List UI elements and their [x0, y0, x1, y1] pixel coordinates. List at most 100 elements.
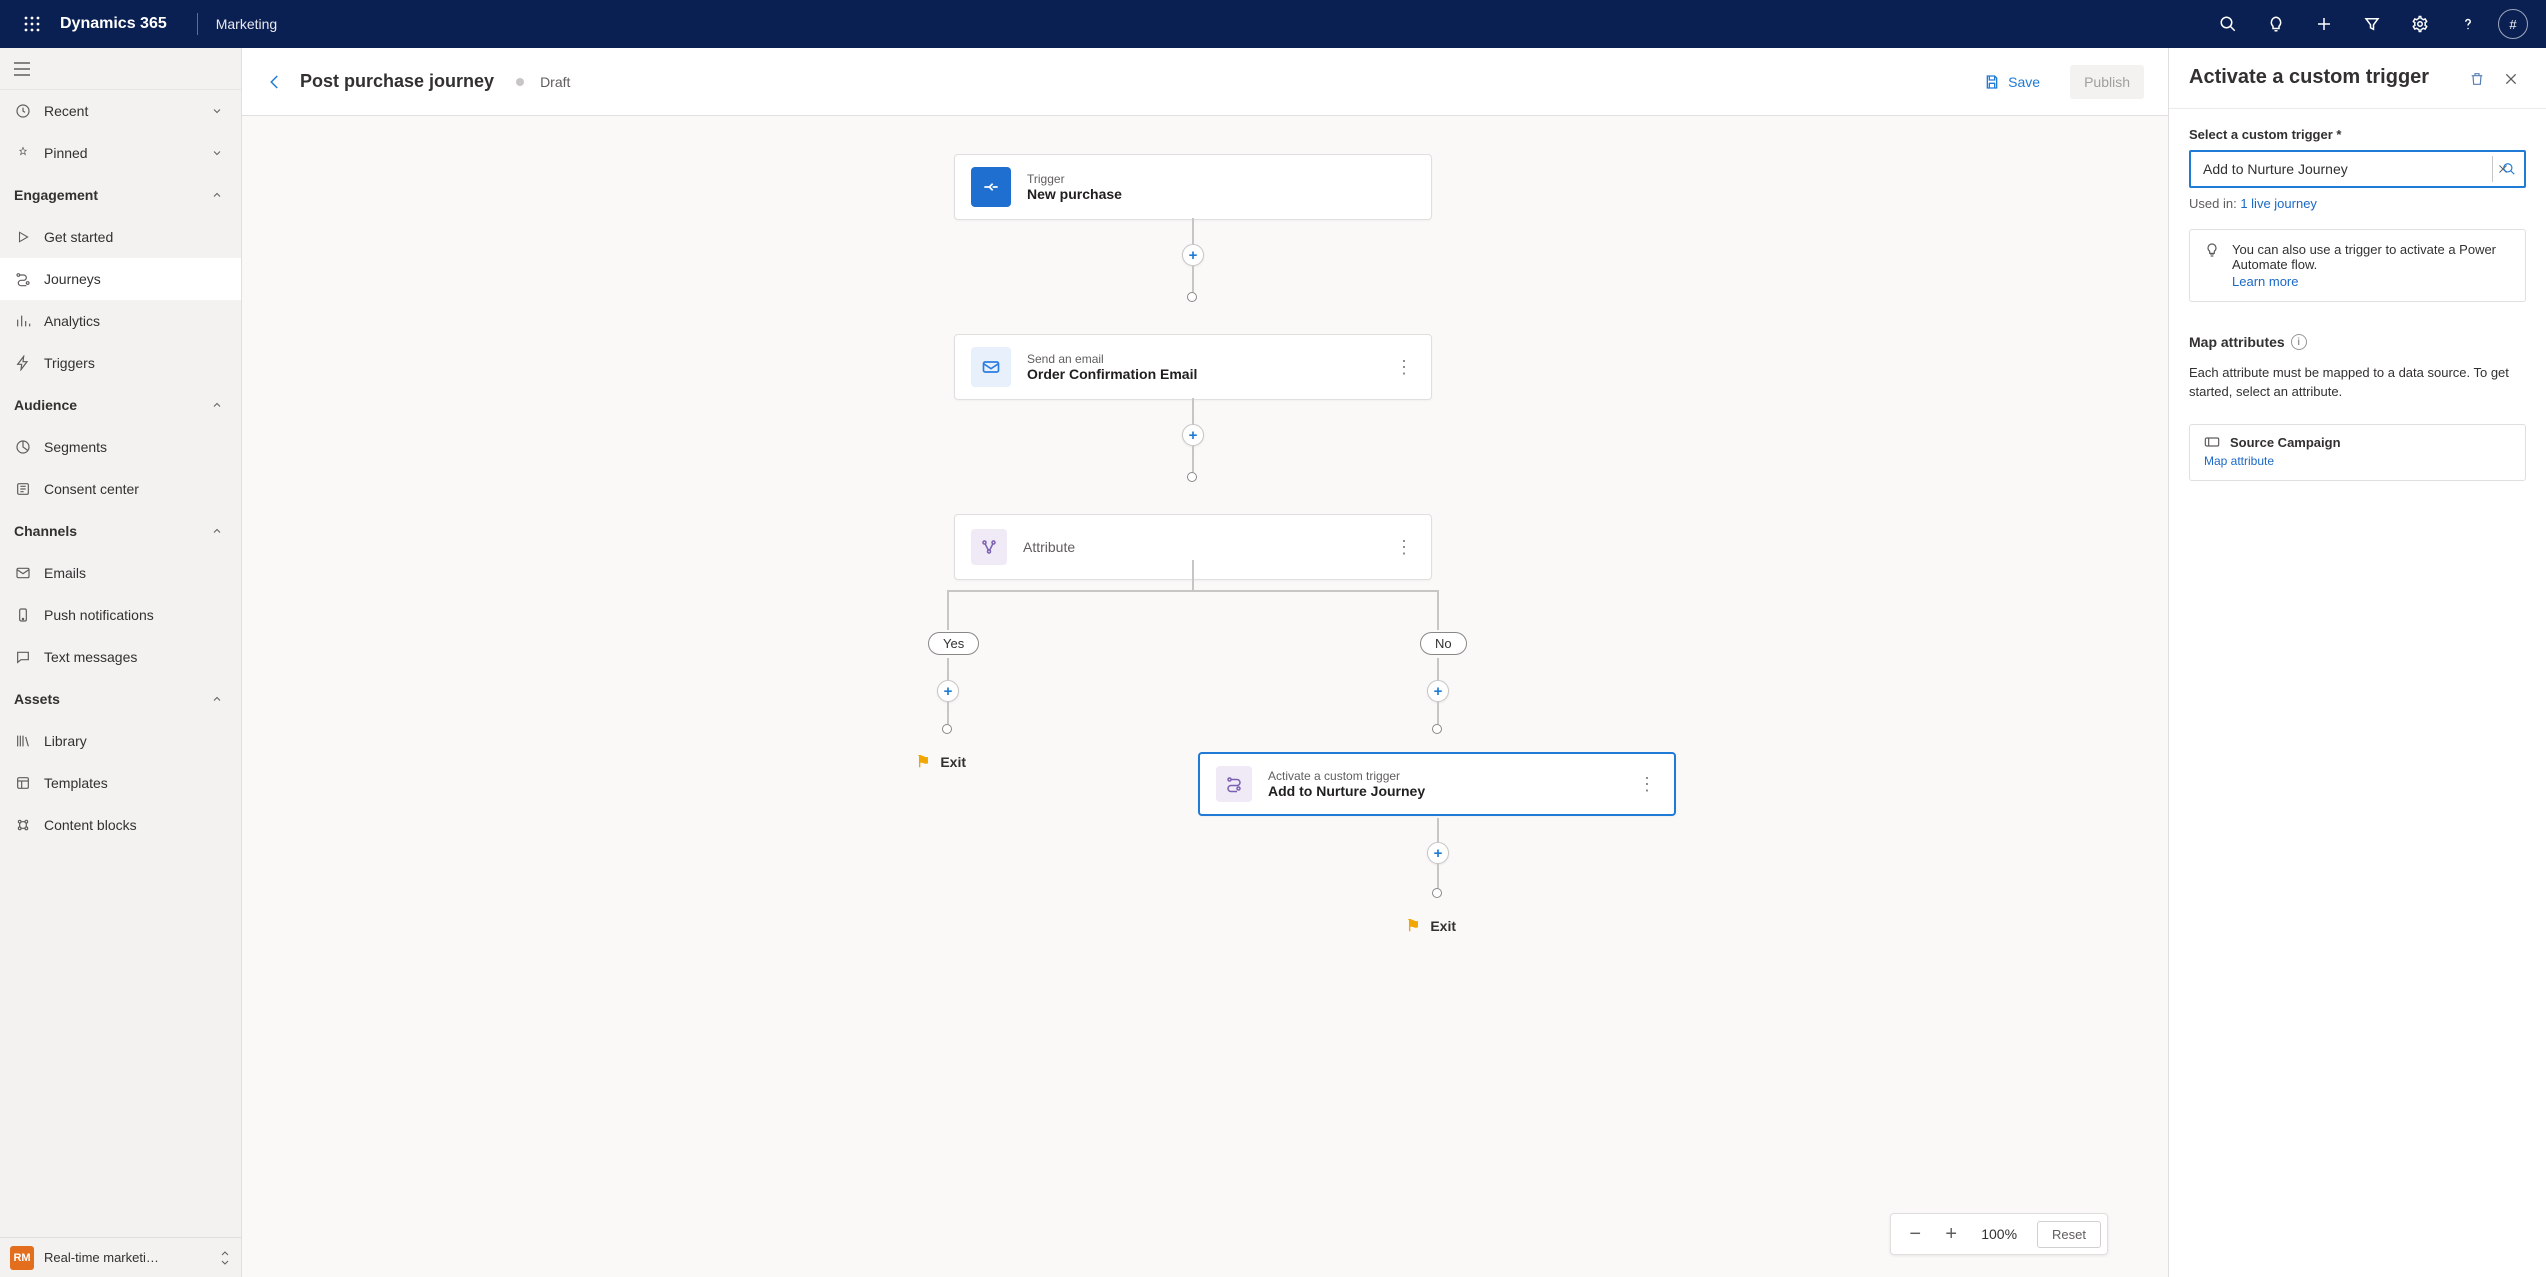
nav-item-label: Segments: [44, 439, 227, 455]
nav-item-label: Consent center: [44, 481, 227, 497]
node-more-icon[interactable]: ⋮: [1393, 351, 1415, 383]
connector: [1192, 266, 1194, 292]
search-icon[interactable]: [2492, 156, 2518, 182]
used-in-link[interactable]: 1 live journey: [2240, 196, 2317, 211]
add-step-button[interactable]: +: [1182, 244, 1204, 266]
trigger-icon: [14, 355, 32, 371]
info-icon[interactable]: i: [2291, 334, 2307, 350]
search-icon[interactable]: [2204, 0, 2252, 48]
nav-item-library[interactable]: Library: [0, 720, 241, 762]
node-activate-trigger[interactable]: Activate a custom trigger Add to Nurture…: [1198, 752, 1676, 816]
nav-area-switcher[interactable]: RM Real-time marketi…: [0, 1237, 241, 1277]
node-more-icon[interactable]: ⋮: [1393, 531, 1415, 563]
nav-item-templates[interactable]: Templates: [0, 762, 241, 804]
node-trigger[interactable]: Trigger New purchase: [954, 154, 1432, 220]
connector: [1192, 560, 1194, 590]
nav-item-get-started[interactable]: Get started: [0, 216, 241, 258]
user-avatar[interactable]: #: [2498, 9, 2528, 39]
exit-label: Exit: [940, 754, 966, 770]
connector-dot: [1187, 472, 1197, 482]
nav-item-journeys[interactable]: Journeys: [0, 258, 241, 300]
map-attribute-link[interactable]: Map attribute: [2204, 454, 2511, 468]
map-attributes-title: Map attributes i: [2189, 334, 2526, 350]
learn-more-link[interactable]: Learn more: [2232, 274, 2511, 289]
nav-item-consent-center[interactable]: Consent center: [0, 468, 241, 510]
add-icon[interactable]: [2300, 0, 2348, 48]
close-icon[interactable]: [2496, 64, 2526, 94]
nav-group-assets[interactable]: Assets: [0, 678, 241, 720]
connector-dot: [1187, 292, 1197, 302]
nav-group-channels[interactable]: Channels: [0, 510, 241, 552]
save-label: Save: [2008, 74, 2040, 90]
pin-icon: [14, 145, 32, 161]
nav-item-label: Push notifications: [44, 607, 227, 623]
node-type: Trigger: [1027, 172, 1122, 186]
add-step-button[interactable]: +: [1182, 424, 1204, 446]
chevron-down-icon: [211, 105, 227, 117]
filter-icon[interactable]: [2348, 0, 2396, 48]
settings-icon[interactable]: [2396, 0, 2444, 48]
journey-canvas[interactable]: Trigger New purchase + Send an email Ord…: [242, 116, 2168, 1277]
help-icon[interactable]: [2444, 0, 2492, 48]
add-step-button[interactable]: +: [937, 680, 959, 702]
flag-icon: ⚑: [916, 752, 930, 772]
app-launcher-icon[interactable]: [8, 0, 56, 48]
add-step-button[interactable]: +: [1427, 842, 1449, 864]
tip-text: You can also use a trigger to activate a…: [2232, 242, 2496, 272]
lightbulb-icon[interactable]: [2252, 0, 2300, 48]
zoom-out-button[interactable]: −: [1897, 1216, 1933, 1252]
branch-no[interactable]: No: [1420, 632, 1467, 655]
connector-dot: [1432, 724, 1442, 734]
nav-item-label: Journeys: [44, 271, 227, 287]
zoom-reset-button[interactable]: Reset: [2037, 1221, 2101, 1248]
nav-item-segments[interactable]: Segments: [0, 426, 241, 468]
nav-item-triggers[interactable]: Triggers: [0, 342, 241, 384]
status-label: Draft: [540, 74, 570, 90]
field-icon: [2204, 435, 2220, 449]
segment-icon: [14, 439, 32, 455]
nav-collapse-icon[interactable]: [0, 48, 241, 90]
connector: [1437, 702, 1439, 724]
branch-yes[interactable]: Yes: [928, 632, 979, 655]
nav-item-push[interactable]: Push notifications: [0, 594, 241, 636]
nav-item-content-blocks[interactable]: Content blocks: [0, 804, 241, 846]
add-step-button[interactable]: +: [1427, 680, 1449, 702]
save-button[interactable]: Save: [1970, 65, 2054, 99]
connector: [1437, 864, 1439, 888]
trigger-combobox[interactable]: Add to Nurture Journey: [2189, 150, 2526, 188]
nav-recent[interactable]: Recent: [0, 90, 241, 132]
nav-group-engagement[interactable]: Engagement: [0, 174, 241, 216]
chevron-up-icon: [211, 525, 227, 537]
email-icon: [14, 565, 32, 581]
nav-item-sms[interactable]: Text messages: [0, 636, 241, 678]
used-in-prefix: Used in:: [2189, 196, 2237, 211]
nav-item-emails[interactable]: Emails: [0, 552, 241, 594]
node-title: Add to Nurture Journey: [1268, 783, 1425, 799]
nav-item-analytics[interactable]: Analytics: [0, 300, 241, 342]
delete-icon[interactable]: [2462, 64, 2492, 94]
clock-icon: [14, 103, 32, 119]
play-icon: [14, 230, 32, 244]
node-title: Order Confirmation Email: [1027, 366, 1197, 382]
node-email[interactable]: Send an email Order Confirmation Email ⋮: [954, 334, 1432, 400]
combobox-value: Add to Nurture Journey: [2203, 161, 2490, 177]
flag-icon: ⚑: [1406, 916, 1420, 936]
zoom-value: 100%: [1969, 1226, 2029, 1242]
chevron-up-icon: [211, 399, 227, 411]
node-more-icon[interactable]: ⋮: [1636, 768, 1658, 800]
zoom-in-button[interactable]: +: [1933, 1216, 1969, 1252]
trigger-node-icon: [971, 167, 1011, 207]
properties-panel: Activate a custom trigger Select a custo…: [2168, 48, 2546, 1277]
nav-recent-label: Recent: [44, 103, 199, 119]
updown-icon: [219, 1250, 231, 1266]
connector: [947, 658, 949, 680]
connector: [1192, 446, 1194, 472]
attribute-card[interactable]: Source Campaign Map attribute: [2189, 424, 2526, 481]
nav-pinned[interactable]: Pinned: [0, 132, 241, 174]
nav-group-audience[interactable]: Audience: [0, 384, 241, 426]
brand-label[interactable]: Dynamics 365: [56, 15, 179, 33]
app-name-label[interactable]: Marketing: [216, 16, 277, 32]
attribute-node-icon: [971, 529, 1007, 565]
back-button[interactable]: [266, 73, 284, 91]
nav-group-channels-label: Channels: [14, 523, 199, 539]
